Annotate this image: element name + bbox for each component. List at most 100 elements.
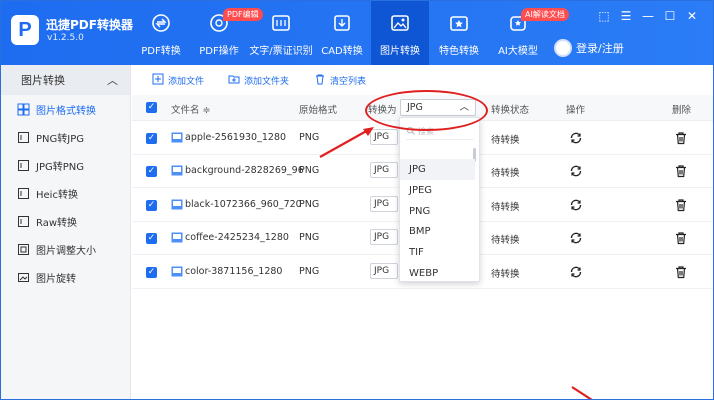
row-checkbox[interactable]: ✓ [146,199,157,211]
add-file-button[interactable]: 添加文件 [152,73,204,88]
cad-icon [332,13,352,33]
image-file-icon [171,232,183,243]
delete-icon[interactable] [674,131,688,145]
png-icon [17,131,30,144]
rotate-image-icon [17,271,30,284]
resize-icon [17,243,30,256]
select-all-checkbox[interactable]: ✓ [146,102,157,113]
delete-icon[interactable] [674,265,688,279]
format-option[interactable]: TIF [400,242,475,263]
delete-icon[interactable] [674,231,688,245]
menu-icon[interactable]: ☰ [619,9,633,23]
add-folder-button[interactable]: 添加文件夹 [228,73,289,88]
sidebar-item-label: 图片调整大小 [36,245,96,257]
clear-list-button[interactable]: 清空列表 [314,73,366,88]
annotation-ellipse [365,90,488,131]
login-button[interactable]: 登录/注册 [554,39,624,57]
image-format-icon [17,103,30,116]
app-window: P 迅捷PDF转换器 v1.2.5.0 PDF转换 PDF操作 PDF编辑 文字… [0,0,714,400]
nav-label: PDF转换 [141,46,181,57]
sidebar-item-label: 图片格式转换 [36,105,96,117]
row-checkbox[interactable]: ✓ [146,266,157,278]
sidebar-item-jpg-to-png[interactable]: JPG转PNG [1,151,130,179]
file-name: background-2828269_96 [185,165,304,177]
row-checkbox[interactable]: ✓ [146,133,157,144]
delete-icon[interactable] [674,198,688,212]
row-target-select[interactable]: JPG [370,162,398,179]
convert-status: 待转换 [491,235,520,247]
minimize-button[interactable]: — [641,9,655,23]
annotation-arrow [571,386,593,399]
convert-icon[interactable] [569,265,583,279]
sidebar-item-image-format[interactable]: 图片格式转换 [1,95,130,123]
format-option[interactable]: BMP [400,221,475,242]
file-name: coffee-2425234_1280 [185,232,289,244]
nav-cad[interactable]: CAD转换 [317,1,367,65]
trash-icon [314,73,326,88]
ocr-icon [271,13,291,33]
header-orig-format: 原始格式 [299,105,338,116]
row-checkbox[interactable]: ✓ [146,233,157,245]
file-name: black-1072366_960_720 [185,198,302,210]
convert-icon[interactable] [569,164,583,178]
sidebar-header[interactable]: 图片转换 ︿ [1,65,130,95]
convert-status: 待转换 [491,201,520,213]
nav-ocr[interactable]: 文字/票证识别 [249,1,313,65]
nav-label: 文字/票证识别 [249,46,313,57]
image-file-icon [171,266,183,277]
row-checkbox[interactable]: ✓ [146,166,157,178]
nav-special-convert[interactable]: 特色转换 [432,1,486,65]
heic-icon [17,187,30,200]
header-status: 转换状态 [491,105,530,116]
jpg-icon [17,159,30,172]
sidebar-item-resize[interactable]: 图片调整大小 [1,235,130,263]
convert-status: 待转换 [491,168,520,180]
sidebar-item-heic[interactable]: Heic转换 [1,179,130,207]
sidebar-item-png-to-jpg[interactable]: PNG转JPG [1,123,130,151]
image-file-icon [171,165,183,176]
row-target-select[interactable]: JPG [370,229,398,246]
skin-icon[interactable]: ⬚ [597,9,611,23]
format-option[interactable]: JPEG [400,180,475,201]
close-button[interactable]: ✕ [685,9,699,23]
file-name: apple-2561930_1280 [185,132,287,143]
nav-label: 图片转换 [380,46,420,57]
avatar [554,39,572,57]
sidebar-item-raw[interactable]: Raw转换 [1,207,130,235]
sidebar-item-rotate[interactable]: 图片旋转 [1,263,130,291]
convert-icon[interactable] [569,198,583,212]
image-convert-icon [390,13,410,33]
app-name: 迅捷PDF转换器 [46,18,133,32]
nav-pdf-convert[interactable]: PDF转换 [133,1,189,65]
row-target-select[interactable]: JPG [370,195,398,212]
clear-list-label: 清空列表 [330,77,367,87]
orig-format: PNG [299,165,320,177]
add-folder-label: 添加文件夹 [244,77,290,87]
image-file-icon [171,132,183,143]
header-filename[interactable]: 文件名 ≑ [171,102,210,116]
nav-image-convert[interactable]: 图片转换 [371,1,429,65]
convert-icon[interactable] [569,231,583,245]
convert-status: 待转换 [491,135,520,146]
special-convert-icon [449,13,469,33]
annotation-arrow [319,127,374,158]
nav-label: 特色转换 [439,46,479,57]
maximize-button[interactable]: ☐ [663,9,677,23]
format-option[interactable]: WEBP [400,263,475,284]
format-option[interactable]: JPG [400,159,475,180]
format-option[interactable]: PNG [400,201,475,222]
sidebar-item-label: Heic转换 [36,189,78,201]
row-target-select[interactable]: JPG [370,262,398,279]
app-logo: P [11,15,39,45]
convert-icon[interactable] [569,131,583,145]
nav-label: CAD转换 [321,46,363,57]
sidebar-item-label: JPG转PNG [36,161,84,173]
pdf-convert-icon [151,13,171,33]
ai-badge: AI解读文档 [521,8,569,21]
format-dropdown: 搜索 JPG JPEG PNG BMP TIF WEBP [399,117,480,282]
app-version: v1.2.5.0 [47,33,84,43]
add-file-icon [152,73,164,88]
top-bar: P 迅捷PDF转换器 v1.2.5.0 PDF转换 PDF操作 PDF编辑 文字… [1,1,713,65]
delete-icon[interactable] [674,164,688,178]
sidebar-item-label: 图片旋转 [36,273,76,285]
